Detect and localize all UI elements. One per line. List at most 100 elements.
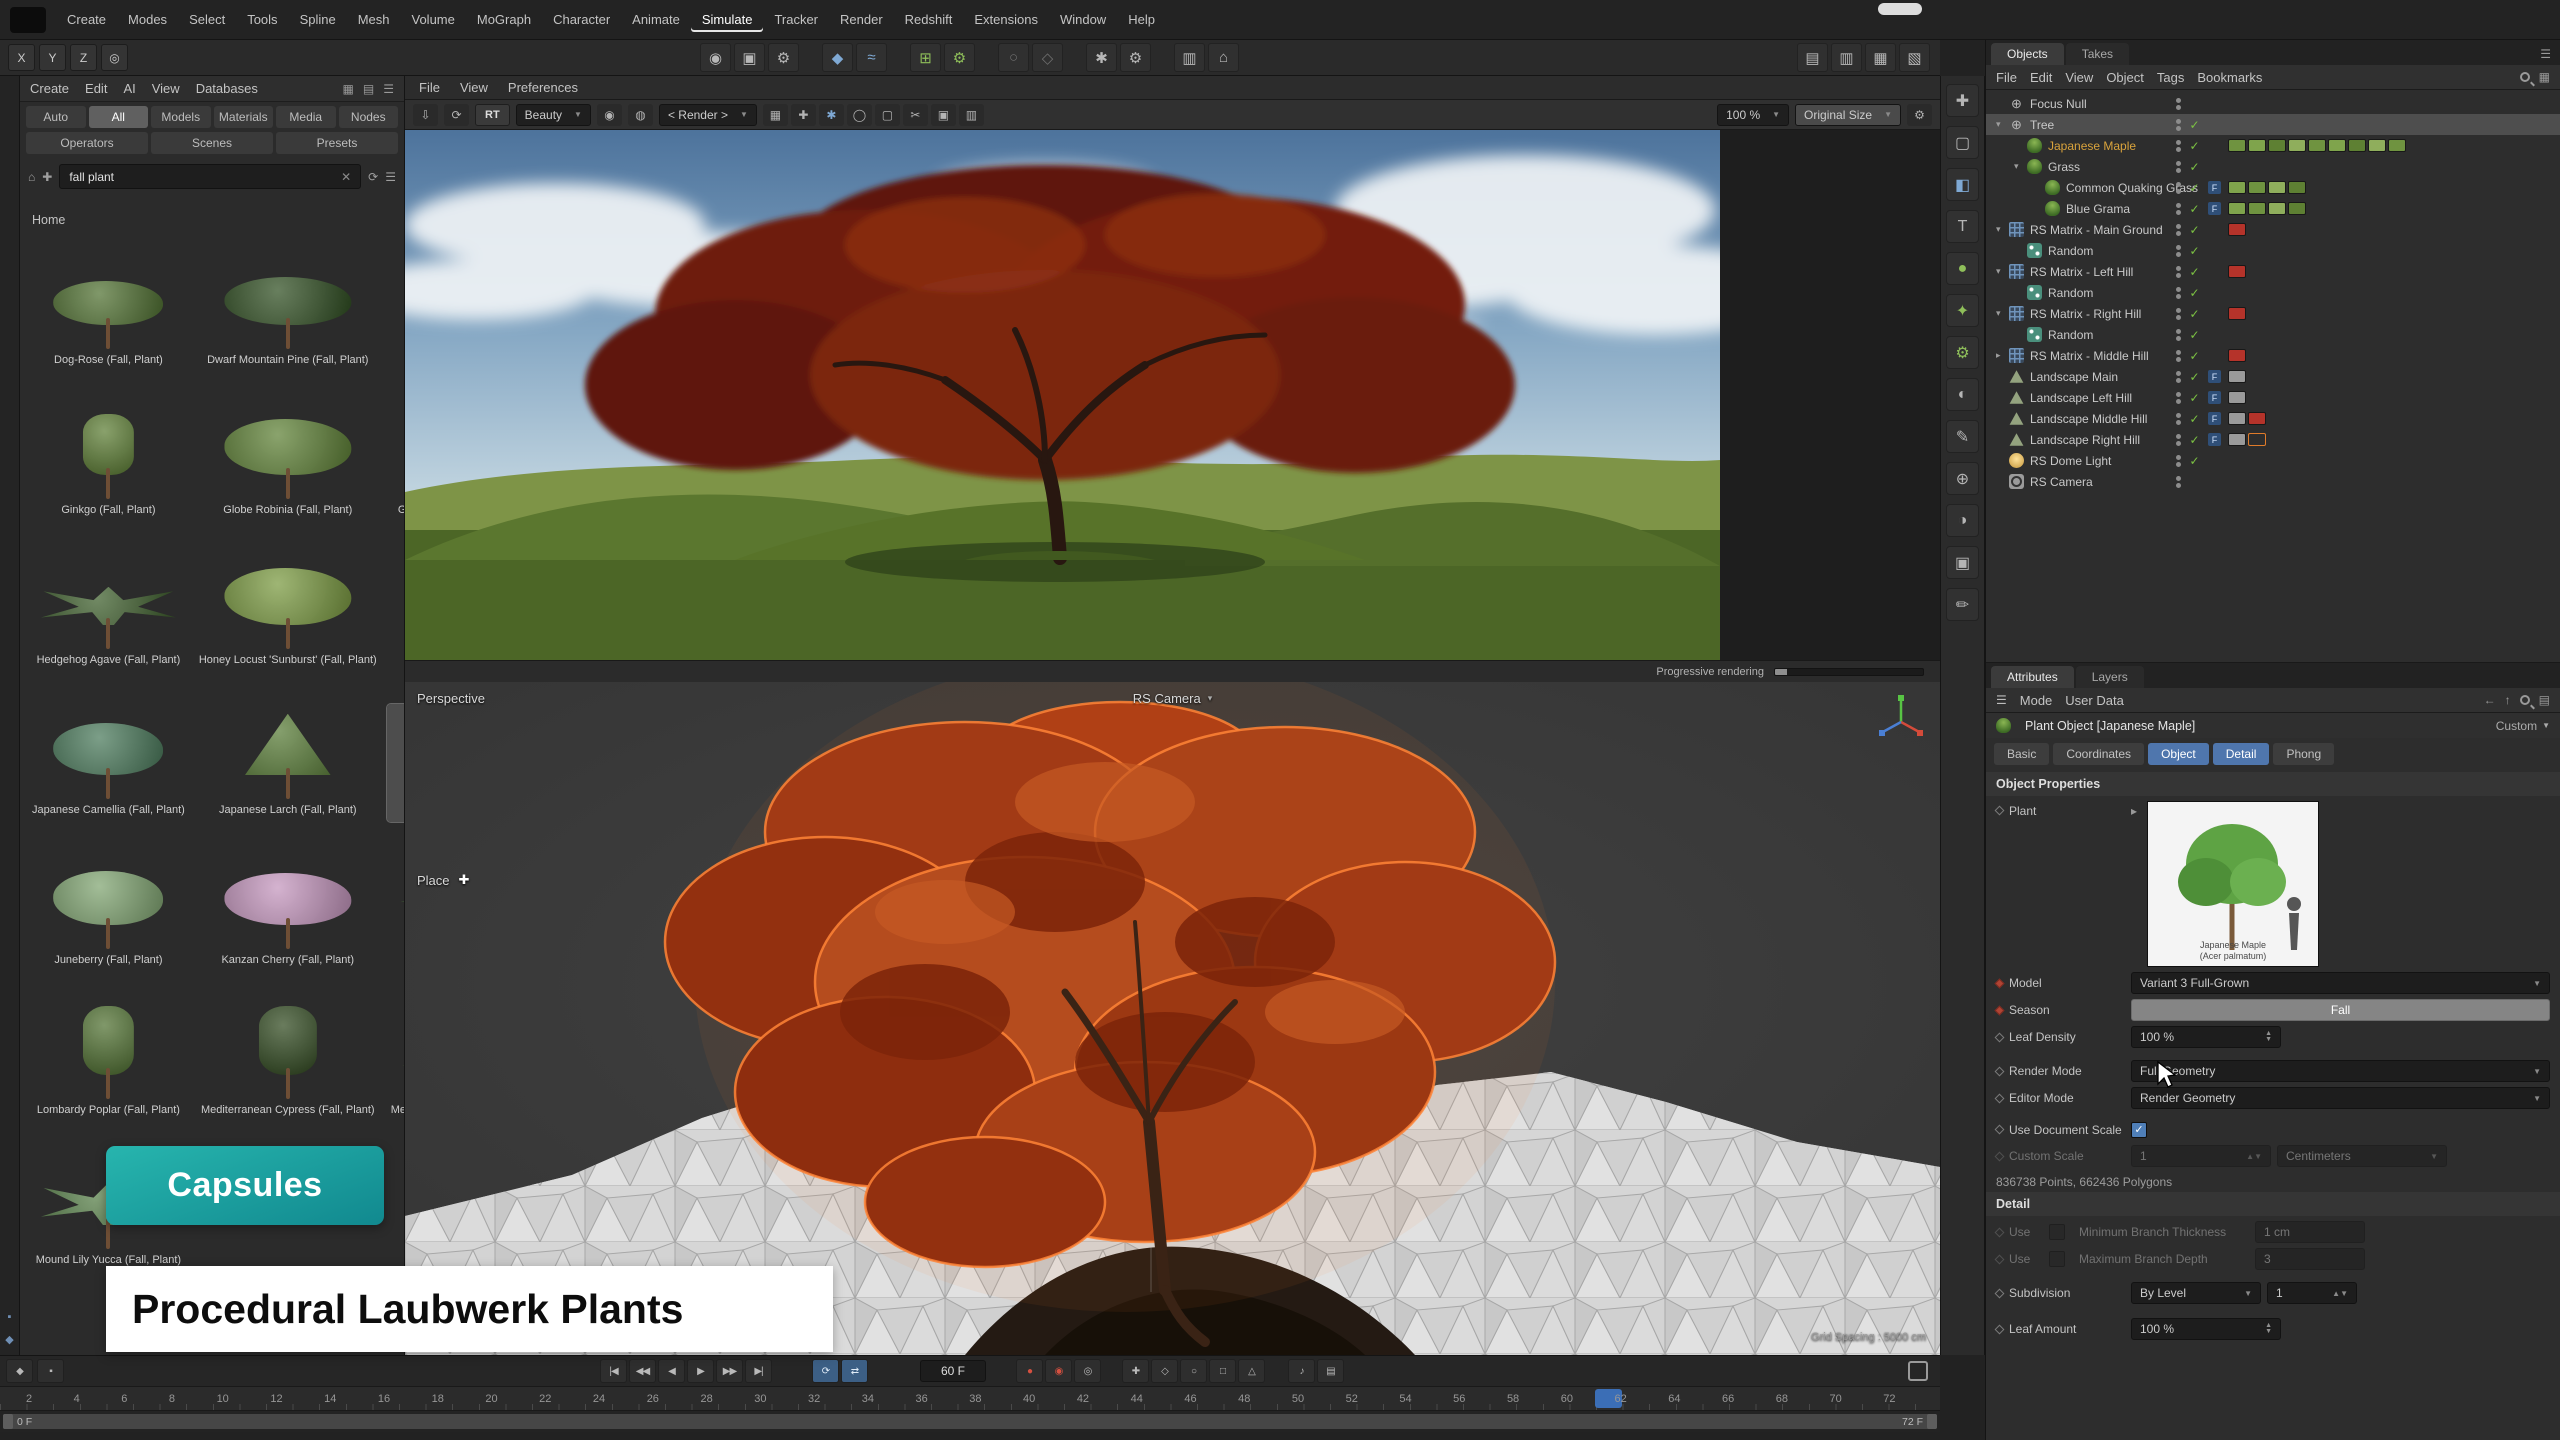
preview-range-bar[interactable]: 0 F 72 F (0, 1410, 1940, 1432)
timeline-menu-button[interactable]: ▤ (1317, 1359, 1344, 1383)
render-view-menu-item[interactable]: File (419, 78, 440, 97)
display-mode-icon[interactable]: ◉ (597, 104, 622, 126)
menu-item[interactable]: Animate (621, 7, 691, 32)
workplane-mode-button[interactable]: ◇ (1032, 43, 1063, 72)
enabled-check[interactable]: ✓ (2188, 202, 2201, 216)
record-pla-toggle[interactable]: △ (1238, 1359, 1265, 1383)
preset-select[interactable]: Custom▼ (2496, 719, 2550, 733)
render-view-settings-icon[interactable]: ⚙ (1907, 104, 1932, 126)
max-branch-field[interactable]: 3 (2255, 1248, 2365, 1270)
menu-item[interactable]: Tools (236, 7, 288, 32)
asset-plant-item[interactable]: Lombardy Poplar (Fall, Plant) (28, 1004, 189, 1122)
frame-ruler[interactable]: 2468101214161820222426283032343638404244… (0, 1386, 1940, 1410)
render-region-button[interactable]: ▣ (734, 43, 765, 72)
sphere-primitive-tool[interactable]: ● (1946, 252, 1979, 285)
expand-caret[interactable]: ▸ (1996, 350, 2009, 361)
enabled-check[interactable]: ✓ (2188, 223, 2201, 237)
asset-plant-item[interactable]: Mediterranean Dwarf Palm (Fall, Plant) (387, 1004, 405, 1122)
use-document-scale-checkbox[interactable]: ✓ (2131, 1122, 2147, 1138)
object-row[interactable]: RS Dome Light ✓ (1986, 450, 2560, 471)
zoom-select[interactable]: 100 %▼ (1717, 104, 1789, 126)
render-pass-select[interactable]: Beauty▼ (516, 104, 591, 126)
rail-mini-icon-2[interactable]: ◆ (3, 1333, 17, 1347)
attribute-search-icon[interactable] (2520, 695, 2530, 705)
object-row[interactable]: Focus Null (1986, 93, 2560, 114)
visibility-dots[interactable] (2176, 287, 2181, 299)
asset-plant-item[interactable]: Japanese Maple (Fall, Plant) (387, 704, 405, 822)
object-row[interactable]: Landscape Left Hill ✓ F (1986, 387, 2560, 408)
asset-plant-item[interactable]: Jacaranda (Fall, Plant) (387, 554, 405, 672)
object-manager-menu-item[interactable]: Object (2106, 68, 2144, 87)
view-panel-tool[interactable]: ◧ (1946, 168, 1979, 201)
goto-start-button[interactable]: |◀ (600, 1359, 627, 1383)
axis-gizmo[interactable] (1878, 692, 1924, 738)
menu-item[interactable]: Tracker (763, 7, 829, 32)
axis-y-toggle[interactable]: Y (39, 44, 66, 71)
back-icon[interactable]: ← (2484, 693, 2496, 707)
visibility-dots[interactable] (2176, 98, 2181, 110)
asset-plant-item[interactable]: Juneberry (Fall, Plant) (28, 854, 189, 972)
object-row[interactable]: Landscape Right Hill ✓ F (1986, 429, 2560, 450)
asset-filter-tab[interactable]: Models (151, 106, 211, 128)
expand-timeline-button[interactable] (1908, 1361, 1928, 1381)
attribute-menu-item[interactable]: Mode (2020, 691, 2053, 710)
asset-plant-item[interactable]: Honey Locust 'Sunburst' (Fall, Plant) (195, 554, 381, 672)
asset-plant-item[interactable]: Dog-Rose (Fall, Plant) (28, 254, 189, 372)
min-branch-checkbox[interactable] (2049, 1224, 2065, 1240)
time-tool[interactable]: ◑ (1946, 504, 1979, 537)
object-row[interactable]: Random ✓ (1986, 240, 2560, 261)
object-row[interactable]: Common Quaking Grass ✓ F (1986, 177, 2560, 198)
camera-tool[interactable]: ▣ (1946, 546, 1979, 579)
capsule-browser-button[interactable]: ▥ (1174, 43, 1205, 72)
add-icon[interactable]: ✚ (42, 170, 52, 184)
ab-compare-button[interactable]: ▣ (931, 104, 956, 126)
clear-search-icon[interactable]: ✕ (341, 170, 351, 184)
asset-plant-item[interactable]: Hedgehog Agave (Fall, Plant) (28, 554, 189, 672)
menu-item[interactable]: Extensions (963, 7, 1049, 32)
visibility-dots[interactable] (2176, 371, 2181, 383)
crop-button[interactable]: ▢ (875, 104, 900, 126)
asset-filter-tab[interactable]: Auto (26, 106, 86, 128)
asset-menu-item[interactable]: AI (123, 79, 135, 98)
menu-item[interactable]: Select (178, 7, 236, 32)
target-tool[interactable]: ⊕ (1946, 462, 1979, 495)
visibility-dots[interactable] (2176, 119, 2181, 131)
layout-switch-button-3[interactable]: ▦ (1865, 43, 1896, 72)
asset-filter-tab[interactable]: Nodes (339, 106, 399, 128)
layout-switch-button-1[interactable]: ▤ (1797, 43, 1828, 72)
visibility-dots[interactable] (2176, 413, 2181, 425)
rail-mini-icon-1[interactable]: ▪ (3, 1311, 17, 1325)
asset-filter-tab[interactable]: Media (276, 106, 336, 128)
asset-category-tab[interactable]: Scenes (151, 132, 273, 154)
search-input[interactable]: fall plant ✕ (59, 164, 361, 189)
asset-plant-item[interactable]: Kentia Palm (Fall, Plant) (387, 854, 405, 972)
visibility-dots[interactable] (2176, 266, 2181, 278)
object-row[interactable]: ▾ RS Matrix - Main Ground ✓ (1986, 219, 2560, 240)
object-manager-menu-item[interactable]: File (1996, 68, 2017, 87)
autokey-button[interactable]: ◉ (1045, 1359, 1072, 1383)
text-tool[interactable]: T (1946, 210, 1979, 243)
menu-item[interactable]: Render (829, 7, 894, 32)
filter-button[interactable]: ✱ (819, 104, 844, 126)
asset-filter-tab[interactable]: Materials (214, 106, 274, 128)
enabled-check[interactable]: ✓ (2188, 349, 2201, 363)
sync-icon[interactable]: ⟳ (368, 170, 378, 184)
asset-menu-item[interactable]: View (152, 79, 180, 98)
object-manager-menu-item[interactable]: Bookmarks (2197, 68, 2262, 87)
object-row[interactable]: Landscape Middle Hill ✓ F (1986, 408, 2560, 429)
enabled-check[interactable]: ✓ (2188, 433, 2201, 447)
perspective-viewport[interactable]: Perspective RS Camera▾ Place✚ Grid Spaci… (405, 682, 1940, 1355)
asset-category-tab[interactable]: Operators (26, 132, 148, 154)
plant-expand-caret[interactable]: ▸ (2131, 804, 2137, 818)
enabled-check[interactable]: ✓ (2188, 412, 2201, 426)
asset-plant-item[interactable]: Globe Robinia (Fall, Plant) (195, 404, 381, 522)
asset-category-tab[interactable]: Presets (276, 132, 398, 154)
season-select[interactable]: Fall (2131, 999, 2550, 1021)
loop-mode-button[interactable]: ⟳ (812, 1359, 839, 1383)
enabled-check[interactable]: ✓ (2188, 391, 2201, 405)
object-row[interactable]: ▾ Tree ✓ (1986, 114, 2560, 135)
menu-item[interactable]: Character (542, 7, 621, 32)
solo-button[interactable]: ✱ (1086, 43, 1117, 72)
axis-z-toggle[interactable]: Z (70, 44, 97, 71)
min-branch-field[interactable]: 1 cm (2255, 1221, 2365, 1243)
